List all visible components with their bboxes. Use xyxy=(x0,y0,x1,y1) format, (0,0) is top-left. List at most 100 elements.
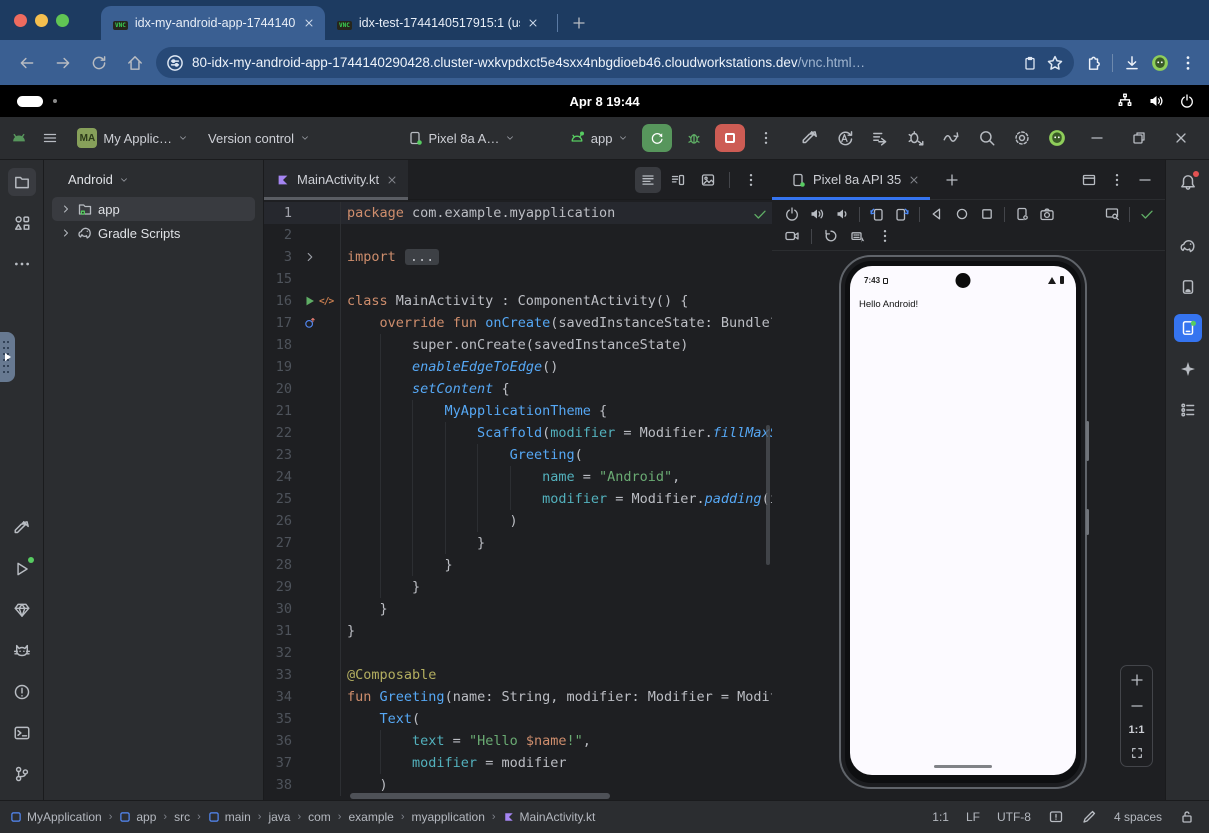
breadcrumb-item[interactable]: main xyxy=(208,810,251,824)
zoom-window-button[interactable] xyxy=(56,14,69,27)
editor-hscrollbar[interactable] xyxy=(350,793,610,799)
ide-close-icon[interactable] xyxy=(1173,130,1189,146)
line-number[interactable]: 1 xyxy=(264,202,300,224)
project-view-selector[interactable]: Android xyxy=(44,160,263,197)
breadcrumb-item[interactable]: src xyxy=(174,810,190,824)
editor-options-button[interactable] xyxy=(738,167,764,193)
tab-close-icon[interactable] xyxy=(303,17,315,29)
fold-chevron-icon[interactable] xyxy=(303,250,317,264)
split-view-button[interactable] xyxy=(665,167,691,193)
window-traffic-lights[interactable] xyxy=(0,0,83,40)
validate-check-icon[interactable] xyxy=(1139,206,1155,222)
design-view-button[interactable] xyxy=(695,167,721,193)
desktop-clock[interactable]: Apr 8 19:44 xyxy=(0,94,1209,109)
file-encoding[interactable]: UTF-8 xyxy=(997,810,1031,824)
inspections-ok-icon[interactable] xyxy=(752,206,768,222)
line-number[interactable]: 17 xyxy=(264,312,300,334)
ide-minimize-icon[interactable] xyxy=(1089,130,1105,146)
breadcrumb-item[interactable]: example xyxy=(348,810,393,824)
forward-button[interactable] xyxy=(48,48,78,78)
line-number[interactable]: 20 xyxy=(264,378,300,400)
line-number[interactable]: 29 xyxy=(264,576,300,598)
line-number[interactable]: 21 xyxy=(264,400,300,422)
line-number[interactable]: 19 xyxy=(264,356,300,378)
project-widget[interactable]: MA My Applic… xyxy=(71,123,194,153)
bookmark-star-icon[interactable] xyxy=(1046,54,1064,72)
line-number[interactable]: 35 xyxy=(264,708,300,730)
home-button[interactable] xyxy=(120,48,150,78)
device-tab[interactable]: Pixel 8a API 35 xyxy=(780,160,930,200)
screen-record-icon[interactable] xyxy=(784,228,800,244)
editor-vscrollbar[interactable] xyxy=(766,425,770,565)
rerun-button[interactable] xyxy=(642,124,671,152)
tool-project[interactable] xyxy=(8,168,36,196)
minimize-window-button[interactable] xyxy=(35,14,48,27)
tool-run[interactable] xyxy=(8,555,36,583)
rotate-right-icon[interactable] xyxy=(894,206,910,222)
line-number[interactable]: 18 xyxy=(264,334,300,356)
breadcrumb-item[interactable]: com xyxy=(308,810,331,824)
line-number[interactable]: 3 xyxy=(264,246,300,268)
tool-device-manager[interactable] xyxy=(1174,273,1202,301)
apply-code-changes-button[interactable] xyxy=(867,124,894,152)
run-config-selector[interactable]: app xyxy=(563,123,635,153)
reload-button[interactable] xyxy=(84,48,114,78)
ui-check-icon[interactable] xyxy=(1104,206,1120,222)
profile-avatar[interactable] xyxy=(1151,54,1169,72)
zoom-in-icon[interactable] xyxy=(1129,672,1145,688)
android-overview-icon[interactable] xyxy=(979,206,995,222)
volume-icon[interactable] xyxy=(1148,93,1164,109)
kebab-icon[interactable] xyxy=(877,228,893,244)
search-everywhere-button[interactable] xyxy=(973,124,1000,152)
line-number[interactable]: 16 xyxy=(264,290,300,312)
line-number[interactable]: 24 xyxy=(264,466,300,488)
volume-up-icon[interactable] xyxy=(809,206,825,222)
line-separator[interactable]: LF xyxy=(966,810,980,824)
volume-down-icon[interactable] xyxy=(834,206,850,222)
attach-debugger-button[interactable] xyxy=(902,124,929,152)
user-avatar[interactable] xyxy=(1044,124,1071,152)
close-window-button[interactable] xyxy=(14,14,27,27)
network-icon[interactable] xyxy=(1117,93,1133,109)
vcs-widget[interactable]: Version control xyxy=(202,123,316,153)
caret-position[interactable]: 1:1 xyxy=(932,810,949,824)
clipboard-icon[interactable] xyxy=(1022,55,1038,71)
device-selector[interactable]: Pixel 8a A… xyxy=(401,123,522,153)
line-number[interactable]: 37 xyxy=(264,752,300,774)
highlight-level-icon[interactable] xyxy=(1048,809,1064,825)
emulator-phone[interactable]: 7:43 Hello Android! xyxy=(839,255,1087,789)
code-editor[interactable]: 1package com.example.myapplication23impo… xyxy=(264,200,772,800)
zoom-fit-icon[interactable] xyxy=(1130,746,1144,760)
override-icon[interactable] xyxy=(303,316,317,330)
ide-restore-icon[interactable] xyxy=(1131,130,1147,146)
zoom-actual-size[interactable]: 1:1 xyxy=(1129,724,1145,736)
line-number[interactable]: 36 xyxy=(264,730,300,752)
nav-handle-pill[interactable] xyxy=(934,765,992,769)
screenshot-icon[interactable] xyxy=(1039,206,1055,222)
hide-panel-icon[interactable] xyxy=(1137,172,1153,188)
tool-build[interactable] xyxy=(8,514,36,542)
run-class-icon[interactable] xyxy=(303,294,317,308)
tool-logcat[interactable] xyxy=(8,637,36,665)
line-number[interactable]: 23 xyxy=(264,444,300,466)
tab-close-icon[interactable] xyxy=(908,174,920,186)
device-settings-icon[interactable] xyxy=(1014,206,1030,222)
line-number[interactable]: 34 xyxy=(264,686,300,708)
inspections-pen-icon[interactable] xyxy=(1081,809,1097,825)
zoom-out-icon[interactable] xyxy=(1129,698,1145,714)
line-number[interactable]: 31 xyxy=(264,620,300,642)
tab-close-icon[interactable] xyxy=(386,174,398,186)
layout-icon[interactable] xyxy=(1081,172,1097,188)
lock-icon[interactable] xyxy=(1179,809,1195,825)
browser-tab[interactable]: VNCidx-test-1744140517915:1 (us xyxy=(325,6,549,40)
browser-menu-icon[interactable] xyxy=(1179,54,1197,72)
rotate-left-icon[interactable] xyxy=(869,206,885,222)
hardware-input-icon[interactable] xyxy=(850,228,866,244)
breadcrumb-item[interactable]: java xyxy=(268,810,290,824)
android-home-icon[interactable] xyxy=(954,206,970,222)
tree-item[interactable]: Gradle Scripts xyxy=(52,221,255,245)
back-button[interactable] xyxy=(12,48,42,78)
vnc-control-handle[interactable] xyxy=(0,332,15,382)
debug-button[interactable] xyxy=(680,124,707,152)
power-icon[interactable] xyxy=(1179,93,1195,109)
